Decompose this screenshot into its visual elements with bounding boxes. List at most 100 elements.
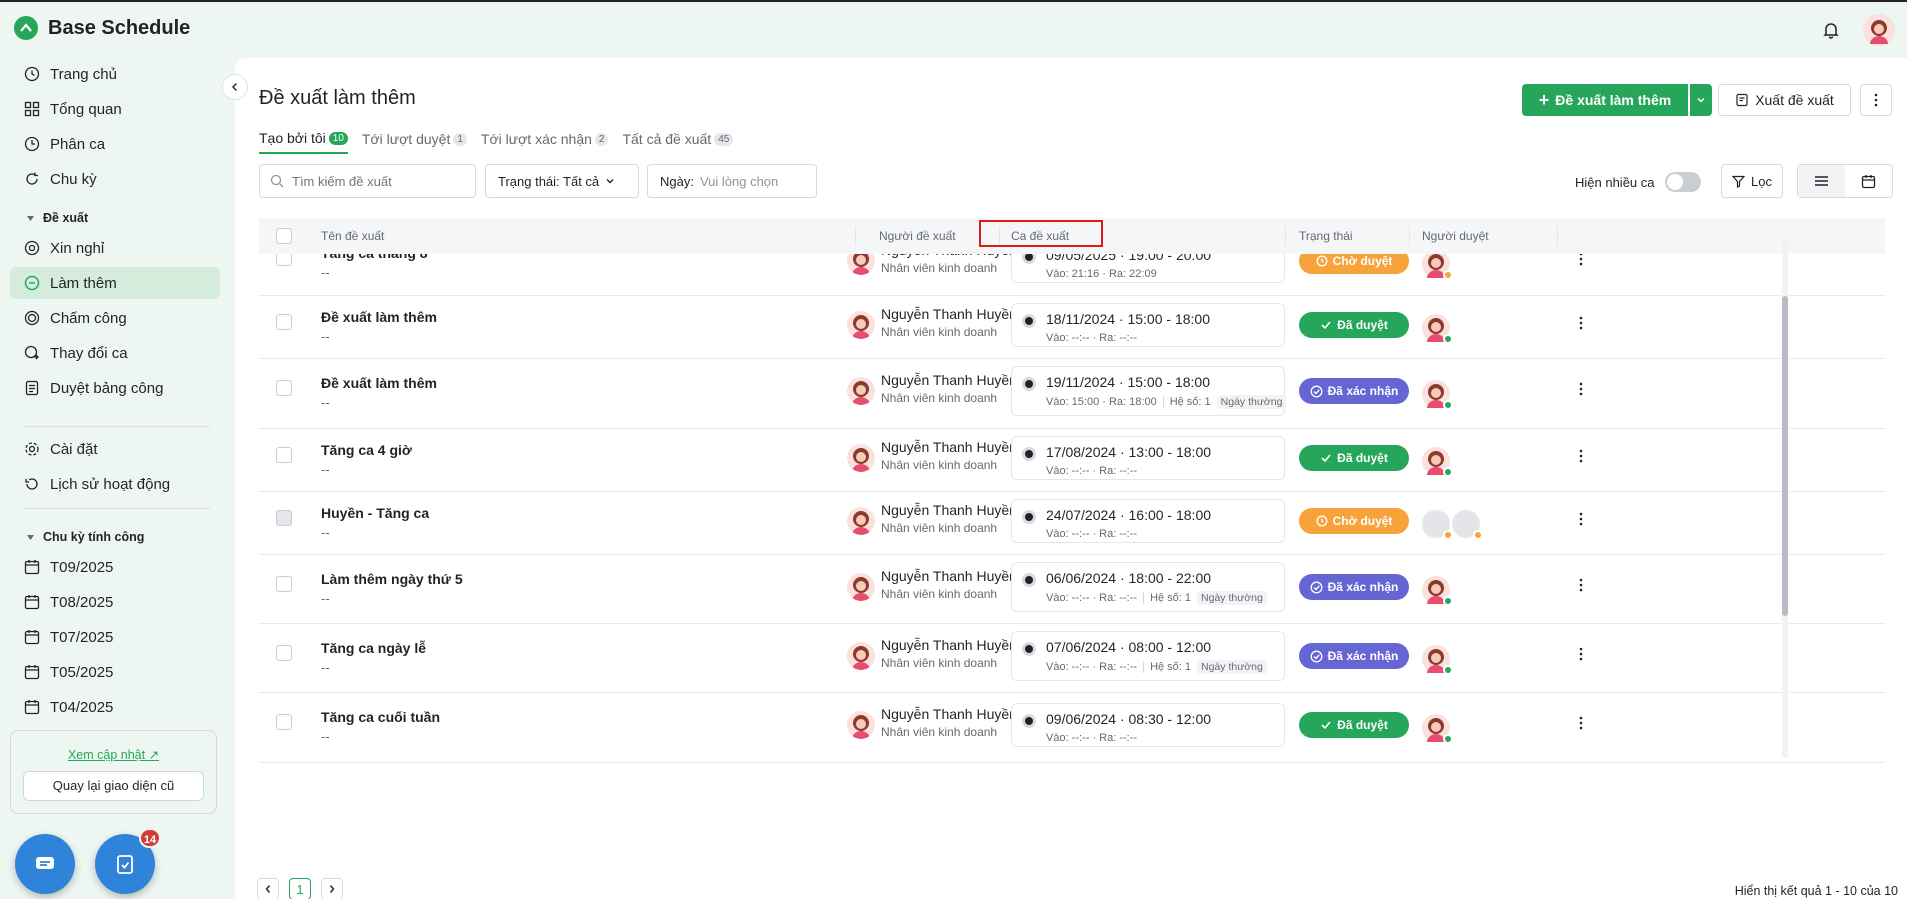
shift-card[interactable]: 09/06/2024 · 08:30 - 12:00 Vào: --:-- · R… — [1011, 703, 1285, 747]
row-checkbox[interactable] — [276, 447, 292, 463]
sidebar-item-overtime[interactable]: Làm thêm — [10, 267, 220, 299]
sidebar-item-shift[interactable]: Phân ca — [10, 128, 220, 160]
proposal-title[interactable]: Tăng ca tháng 8 — [321, 254, 428, 261]
table-row[interactable]: Làm thêm ngày thứ 5 -- Nguyễn Thanh Huyền N… — [259, 555, 1885, 624]
sidebar-item-cycle-t05[interactable]: T05/2025 — [10, 656, 220, 688]
view-updates-link[interactable]: Xem cập nhật ↗ — [11, 747, 216, 762]
row-checkbox[interactable] — [276, 254, 292, 266]
sidebar-item-overview[interactable]: Tổng quan — [10, 93, 220, 125]
shift-card[interactable]: 06/06/2024 · 18:00 - 22:00 Vào: --:-- · R… — [1011, 562, 1285, 612]
search-input[interactable] — [292, 173, 462, 189]
export-button[interactable]: Xuất đề xuất — [1718, 84, 1851, 116]
scrollbar-thumb[interactable] — [1782, 296, 1788, 616]
day-type-badge: Ngày thường — [1216, 395, 1287, 409]
approver-avatar[interactable] — [1422, 576, 1453, 606]
status-filter-select[interactable]: Trạng thái: Tất cả — [485, 164, 639, 198]
sidebar-item-cycle-t04[interactable]: T04/2025 — [10, 691, 220, 723]
show-multi-shift-toggle[interactable] — [1664, 172, 1701, 192]
filter-button[interactable]: Lọc — [1721, 164, 1783, 198]
proposal-title[interactable]: Huyền - Tăng ca — [321, 505, 429, 521]
table-row[interactable]: Tăng ca tháng 8 -- Nguyễn Thanh Huyền Nhân … — [259, 254, 1885, 296]
shift-card[interactable]: 18/11/2024 · 15:00 - 18:00 Vào: --:-- · R… — [1011, 303, 1285, 347]
row-actions-button[interactable] — [1579, 512, 1583, 531]
chat-fab-button[interactable] — [15, 834, 75, 894]
section-proposals[interactable]: Đề xuất — [26, 211, 88, 225]
row-actions-button[interactable] — [1579, 254, 1583, 271]
sidebar-item-cycle-t09[interactable]: T09/2025 — [10, 551, 220, 583]
sidebar-item-leave[interactable]: Xin nghỉ — [10, 232, 220, 264]
row-checkbox[interactable] — [276, 576, 292, 592]
proposal-title[interactable]: Đề xuất làm thêm — [321, 375, 437, 391]
row-actions-button[interactable] — [1579, 647, 1583, 666]
row-actions-button[interactable] — [1579, 316, 1583, 335]
approver-avatar[interactable] — [1422, 314, 1453, 344]
tab-created-by-me[interactable]: Tạo bởi tôi 10 — [259, 130, 348, 154]
row-checkbox[interactable] — [276, 314, 292, 330]
list-view-button[interactable] — [1798, 165, 1845, 197]
row-checkbox[interactable] — [276, 380, 292, 396]
row-actions-button[interactable] — [1579, 716, 1583, 735]
shift-card[interactable]: 19/11/2024 · 15:00 - 18:00 Vào: 15:00 · R… — [1011, 366, 1287, 416]
shift-checkin-checkout: Vào: --:-- · Ra: --:-- Hệ số: 1 Ngày thườn… — [1046, 660, 1267, 674]
table-row[interactable]: Đề xuất làm thêm -- Nguyễn Thanh Huyền Nhân… — [259, 296, 1885, 359]
proposal-title[interactable]: Làm thêm ngày thứ 5 — [321, 571, 463, 587]
tab-to-approve[interactable]: Tới lượt duyệt 1 — [362, 130, 467, 154]
row-checkbox[interactable] — [276, 714, 292, 730]
approver-avatar[interactable] — [1422, 510, 1453, 540]
table-row[interactable]: Tăng ca cuối tuần -- Nguyễn Thanh Huyền Nhâ… — [259, 693, 1885, 763]
sidebar-item-timesheet-approval[interactable]: Duyệt bảng công — [10, 372, 220, 404]
result-summary: Hiển thị kết quả 1 - 10 của 10 — [1734, 884, 1898, 898]
create-options-dropdown[interactable] — [1690, 84, 1712, 116]
notification-bell-icon[interactable] — [1815, 14, 1847, 46]
section-cycles[interactable]: Chu kỳ tính công — [26, 530, 144, 544]
proposal-title[interactable]: Tăng ca cuối tuần — [321, 709, 440, 725]
user-avatar[interactable] — [1863, 14, 1895, 46]
prev-page-button[interactable] — [257, 878, 279, 899]
table-scrollbar[interactable] — [1782, 238, 1788, 758]
shift-card[interactable]: 24/07/2024 · 16:00 - 18:00 Vào: --:-- · R… — [1011, 499, 1285, 543]
shift-card[interactable]: 17/08/2024 · 13:00 - 18:00 Vào: --:-- · R… — [1011, 436, 1285, 480]
sidebar-item-settings[interactable]: Cài đặt — [10, 433, 220, 465]
table-row[interactable]: Huyền - Tăng ca -- Nguyễn Thanh Huyền Nhân … — [259, 492, 1885, 555]
tasks-fab-button[interactable]: 14 — [95, 828, 161, 894]
table-row[interactable]: Đề xuất làm thêm -- Nguyễn Thanh Huyền Nhân… — [259, 359, 1885, 429]
row-checkbox[interactable] — [276, 510, 292, 526]
table-row[interactable]: Tăng ca ngày lễ -- Nguyễn Thanh Huyền Nhân … — [259, 624, 1885, 693]
row-actions-button[interactable] — [1579, 449, 1583, 468]
sidebar-item-cycle-t07[interactable]: T07/2025 — [10, 621, 220, 653]
brand[interactable]: Base Schedule — [14, 16, 190, 40]
approver-avatar[interactable] — [1422, 254, 1453, 280]
calendar-view-button[interactable] — [1845, 165, 1892, 197]
collapse-sidebar-button[interactable] — [222, 74, 248, 100]
shift-card[interactable]: 07/06/2024 · 08:00 - 12:00 Vào: --:-- · R… — [1011, 631, 1285, 681]
sidebar-item-cycle[interactable]: Chu kỳ — [10, 163, 220, 195]
row-actions-button[interactable] — [1579, 578, 1583, 597]
shift-card[interactable]: 09/05/2025 · 19:00 - 20:00 Vào: 21:16 · R… — [1011, 254, 1285, 283]
back-to-old-ui-button[interactable]: Quay lại giao diện cũ — [23, 771, 204, 801]
table-row[interactable]: Tăng ca 4 giờ -- Nguyễn Thanh Huyền Nhân vi… — [259, 429, 1885, 492]
date-filter-input[interactable]: Ngày: Vui lòng chọn — [647, 164, 817, 198]
sidebar-item-history[interactable]: Lịch sử hoạt động — [10, 468, 220, 500]
tab-all-proposals[interactable]: Tất cả đề xuất 45 — [622, 130, 734, 154]
sidebar-item-timekeeping[interactable]: Chấm công — [10, 302, 220, 334]
approver-avatar[interactable] — [1452, 510, 1483, 540]
create-overtime-button[interactable]: + Đề xuất làm thêm — [1522, 84, 1688, 116]
approver-avatar[interactable] — [1422, 380, 1453, 410]
tab-to-confirm[interactable]: Tới lượt xác nhận 2 — [481, 130, 609, 154]
approver-avatar[interactable] — [1422, 714, 1453, 744]
sidebar-item-change-shift[interactable]: Thay đổi ca — [10, 337, 220, 369]
row-checkbox[interactable] — [276, 645, 292, 661]
row-actions-button[interactable] — [1579, 382, 1583, 401]
proposal-title[interactable]: Tăng ca ngày lễ — [321, 640, 426, 656]
shift-checkin-checkout: Vào: --:-- · Ra: --:-- Hệ số: 1 Ngày thườn… — [1046, 591, 1267, 605]
approver-avatar[interactable] — [1422, 645, 1453, 675]
approver-avatar[interactable] — [1422, 447, 1453, 477]
next-page-button[interactable] — [321, 878, 343, 899]
proposal-title[interactable]: Tăng ca 4 giờ — [321, 442, 412, 458]
select-all-checkbox[interactable] — [276, 228, 292, 244]
more-options-button[interactable] — [1860, 84, 1892, 116]
sidebar-item-cycle-t08[interactable]: T08/2025 — [10, 586, 220, 618]
page-number-button[interactable]: 1 — [289, 878, 311, 899]
proposal-title[interactable]: Đề xuất làm thêm — [321, 309, 437, 325]
sidebar-item-home[interactable]: Trang chủ — [10, 58, 220, 90]
